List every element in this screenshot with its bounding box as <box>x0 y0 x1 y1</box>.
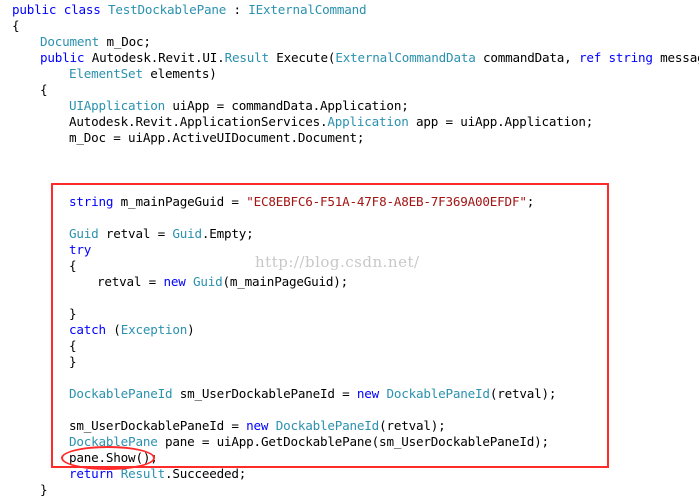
code-token: { <box>40 82 48 97</box>
code-line: Document m_Doc; <box>40 34 151 50</box>
code-token: class <box>63 2 108 17</box>
code-line: public class TestDockablePane : IExterna… <box>12 2 367 18</box>
code-token: UIApplication <box>69 98 165 113</box>
code-token: Application <box>327 114 409 129</box>
code-token: m_Doc = uiApp.ActiveUIDocument.Document; <box>69 130 365 145</box>
code-line: { <box>12 18 20 34</box>
code-token: ExternalCommandData <box>335 50 476 65</box>
code-token: { <box>12 18 20 33</box>
code-token: elements) <box>142 66 217 81</box>
code-token: uiApp = commandData.Application; <box>164 98 409 113</box>
code-token: Autodesk.Revit.UI. <box>91 50 225 65</box>
code-token: IExternalCommand <box>248 2 367 17</box>
code-token: m_Doc; <box>99 34 151 49</box>
code-line: } <box>40 482 48 498</box>
code-token: message, <box>660 50 699 65</box>
code-token: Execute( <box>268 50 336 65</box>
code-token: .Succeeded; <box>164 466 247 481</box>
code-token: ElementSet <box>69 66 143 81</box>
highlight-rectangle <box>51 183 609 468</box>
code-line: UIApplication uiApp = commandData.Applic… <box>69 98 409 114</box>
code-token: TestDockablePane <box>107 2 227 17</box>
code-line: { <box>40 82 48 98</box>
code-token: public <box>12 2 64 17</box>
code-line: m_Doc = uiApp.ActiveUIDocument.Document; <box>69 130 364 146</box>
code-token: public <box>40 50 92 65</box>
code-line: public Autodesk.Revit.UI.Result Execute(… <box>40 50 699 66</box>
code-token: Document <box>40 34 100 49</box>
code-token: : <box>226 2 249 17</box>
code-token: string <box>608 50 653 65</box>
code-token: commandData, <box>475 50 579 65</box>
code-token: Result <box>224 50 269 65</box>
code-token: ref <box>578 50 609 65</box>
code-token: Autodesk.Revit.ApplicationServices. <box>69 114 328 129</box>
code-token: } <box>40 482 48 497</box>
code-line: ElementSet elements) <box>69 66 217 82</box>
code-token: app = uiApp.Application; <box>408 114 594 129</box>
highlight-oval <box>61 446 155 470</box>
code-line: Autodesk.Revit.ApplicationServices.Appli… <box>69 114 593 130</box>
